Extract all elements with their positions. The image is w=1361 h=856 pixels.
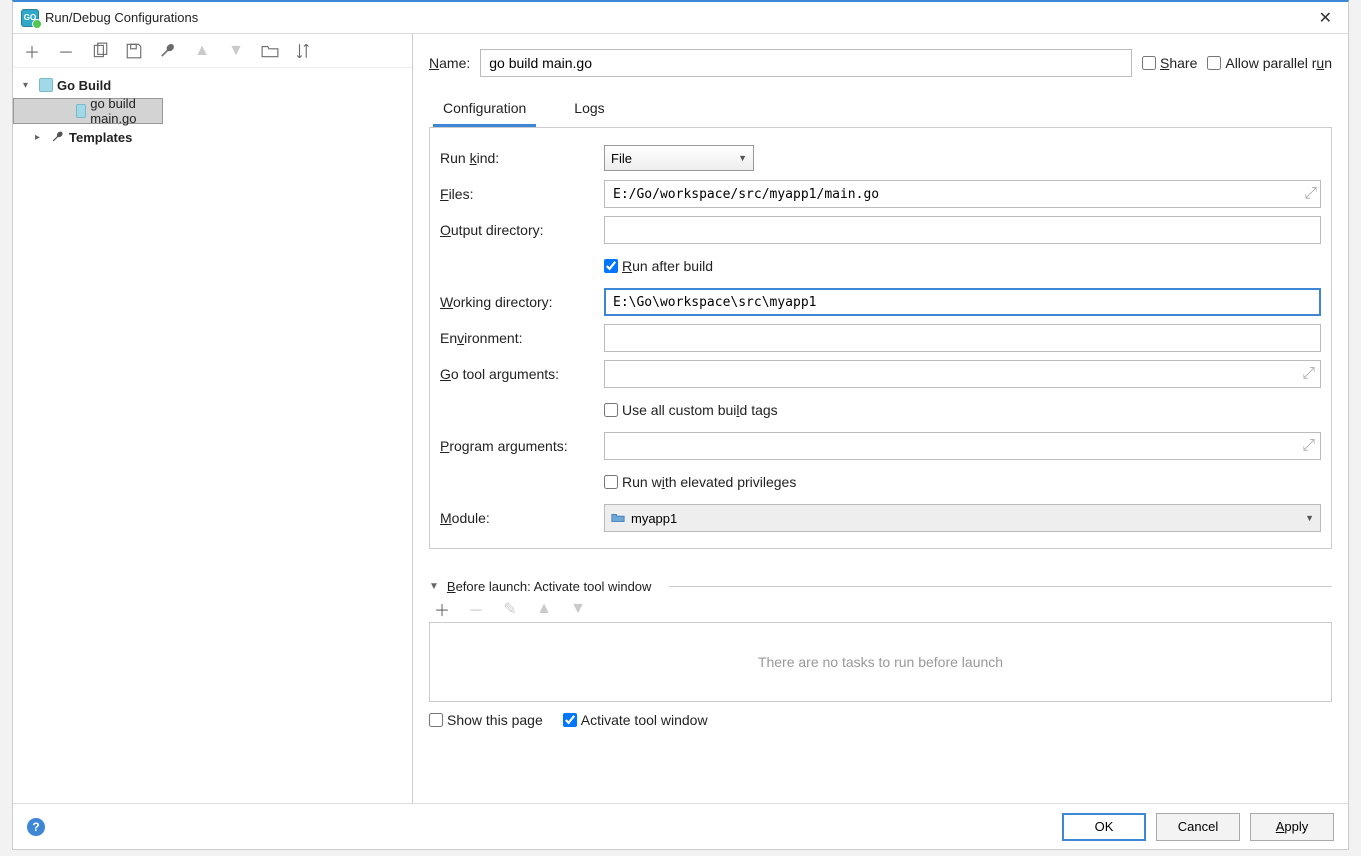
- divider: [669, 586, 1332, 587]
- run-kind-value: File: [611, 151, 632, 166]
- sort-icon[interactable]: [295, 42, 313, 60]
- name-row: Name: Share Allow parallel run: [429, 46, 1332, 80]
- left-pane: ＋ － ▲ ▼ ▾ Go Build go build main.go: [13, 34, 413, 803]
- custom-build-tags-checkbox[interactable]: Use all custom build tags: [604, 402, 778, 418]
- dialog-footer: ? OK Cancel Apply: [13, 803, 1348, 849]
- files-label: Files:: [440, 186, 604, 202]
- tab-logs[interactable]: Logs: [564, 92, 614, 127]
- move-up-icon: ▲: [535, 600, 553, 618]
- tree-label: Go Build: [57, 78, 111, 93]
- edit-icon: ✎: [501, 600, 519, 618]
- collapse-icon[interactable]: ▼: [429, 581, 439, 592]
- chevron-down-icon: ▼: [1305, 513, 1314, 523]
- output-dir-input[interactable]: [604, 216, 1321, 244]
- wrench-icon[interactable]: [159, 42, 177, 60]
- activate-tool-window-checkbox[interactable]: Activate tool window: [563, 712, 708, 728]
- tree-item-go-build-main[interactable]: go build main.go: [13, 98, 163, 124]
- go-args-input[interactable]: [604, 360, 1321, 388]
- move-down-icon: ▼: [569, 600, 587, 618]
- configuration-panel: Run kind: File ▼ Files: ⤢: [429, 128, 1332, 549]
- window-title: Run/Debug Configurations: [45, 10, 1311, 25]
- run-kind-label: Run kind:: [440, 150, 604, 166]
- before-launch-tasks-list: There are no tasks to run before launch: [429, 622, 1332, 702]
- go-args-label: Go tool arguments:: [440, 366, 604, 382]
- run-debug-dialog: GO Run/Debug Configurations ✕ ＋ － ▲ ▼ ▾: [12, 0, 1349, 850]
- module-value: myapp1: [631, 511, 677, 526]
- app-icon: GO: [21, 9, 39, 27]
- tabs: Configuration Logs: [429, 92, 1332, 128]
- expand-icon[interactable]: ⤢: [1302, 437, 1315, 455]
- wrench-icon: [51, 130, 65, 144]
- config-toolbar: ＋ － ▲ ▼: [13, 34, 412, 68]
- go-icon: [39, 78, 53, 92]
- move-down-icon: ▼: [227, 42, 245, 60]
- expand-icon[interactable]: ⤢: [1304, 185, 1317, 203]
- environment-input[interactable]: [604, 324, 1321, 352]
- chevron-down-icon: ▾: [23, 80, 35, 91]
- output-dir-label: Output directory:: [440, 222, 604, 238]
- tree-group-templates[interactable]: ▸ Templates: [13, 124, 412, 150]
- move-up-icon: ▲: [193, 42, 211, 60]
- working-dir-label: Working directory:: [440, 294, 604, 310]
- folder-icon[interactable]: [261, 42, 279, 60]
- module-icon: [611, 510, 625, 527]
- elevated-privileges-checkbox[interactable]: Run with elevated privileges: [604, 474, 796, 490]
- working-dir-input[interactable]: [604, 288, 1321, 316]
- empty-tasks-label: There are no tasks to run before launch: [758, 654, 1003, 670]
- show-this-page-checkbox[interactable]: Show this page: [429, 712, 543, 728]
- before-launch-header: Before launch: Activate tool window: [447, 579, 652, 594]
- apply-button[interactable]: Apply: [1250, 813, 1334, 841]
- go-icon: [76, 104, 86, 118]
- titlebar: GO Run/Debug Configurations ✕: [13, 2, 1348, 34]
- close-icon[interactable]: ✕: [1311, 6, 1340, 30]
- run-kind-select[interactable]: File ▼: [604, 145, 754, 171]
- module-select[interactable]: myapp1 ▼: [604, 504, 1321, 532]
- chevron-down-icon: ▼: [738, 153, 747, 163]
- remove-icon[interactable]: －: [57, 42, 75, 60]
- add-icon[interactable]: ＋: [23, 42, 41, 60]
- run-after-build-checkbox[interactable]: Run after build: [604, 258, 713, 274]
- cancel-button[interactable]: Cancel: [1156, 813, 1240, 841]
- tree-label: Templates: [69, 130, 132, 145]
- tree-group-go-build[interactable]: ▾ Go Build: [13, 72, 412, 98]
- before-launch-section: ▼ Before launch: Activate tool window ＋ …: [429, 579, 1332, 728]
- ok-button[interactable]: OK: [1062, 813, 1146, 841]
- help-icon[interactable]: ?: [27, 818, 45, 836]
- allow-parallel-checkbox[interactable]: Allow parallel run: [1207, 55, 1332, 71]
- environment-label: Environment:: [440, 330, 604, 346]
- copy-icon[interactable]: [91, 42, 109, 60]
- config-tree: ▾ Go Build go build main.go ▸ Templates: [13, 68, 412, 803]
- remove-icon: －: [467, 600, 485, 618]
- files-input[interactable]: [604, 180, 1321, 208]
- save-icon[interactable]: [125, 42, 143, 60]
- before-launch-toolbar: ＋ － ✎ ▲ ▼: [429, 594, 1332, 622]
- program-args-label: Program arguments:: [440, 438, 604, 454]
- tree-label: go build main.go: [90, 96, 156, 126]
- chevron-right-icon: ▸: [35, 132, 47, 143]
- module-label: Module:: [440, 510, 604, 526]
- program-args-input[interactable]: [604, 432, 1321, 460]
- add-icon[interactable]: ＋: [433, 600, 451, 618]
- name-label: Name:: [429, 55, 470, 71]
- share-checkbox[interactable]: Share: [1142, 55, 1197, 71]
- expand-icon[interactable]: ⤢: [1302, 365, 1315, 383]
- tab-configuration[interactable]: Configuration: [433, 92, 536, 127]
- right-pane: Name: Share Allow parallel run Configura…: [413, 34, 1348, 803]
- name-input[interactable]: [480, 49, 1132, 77]
